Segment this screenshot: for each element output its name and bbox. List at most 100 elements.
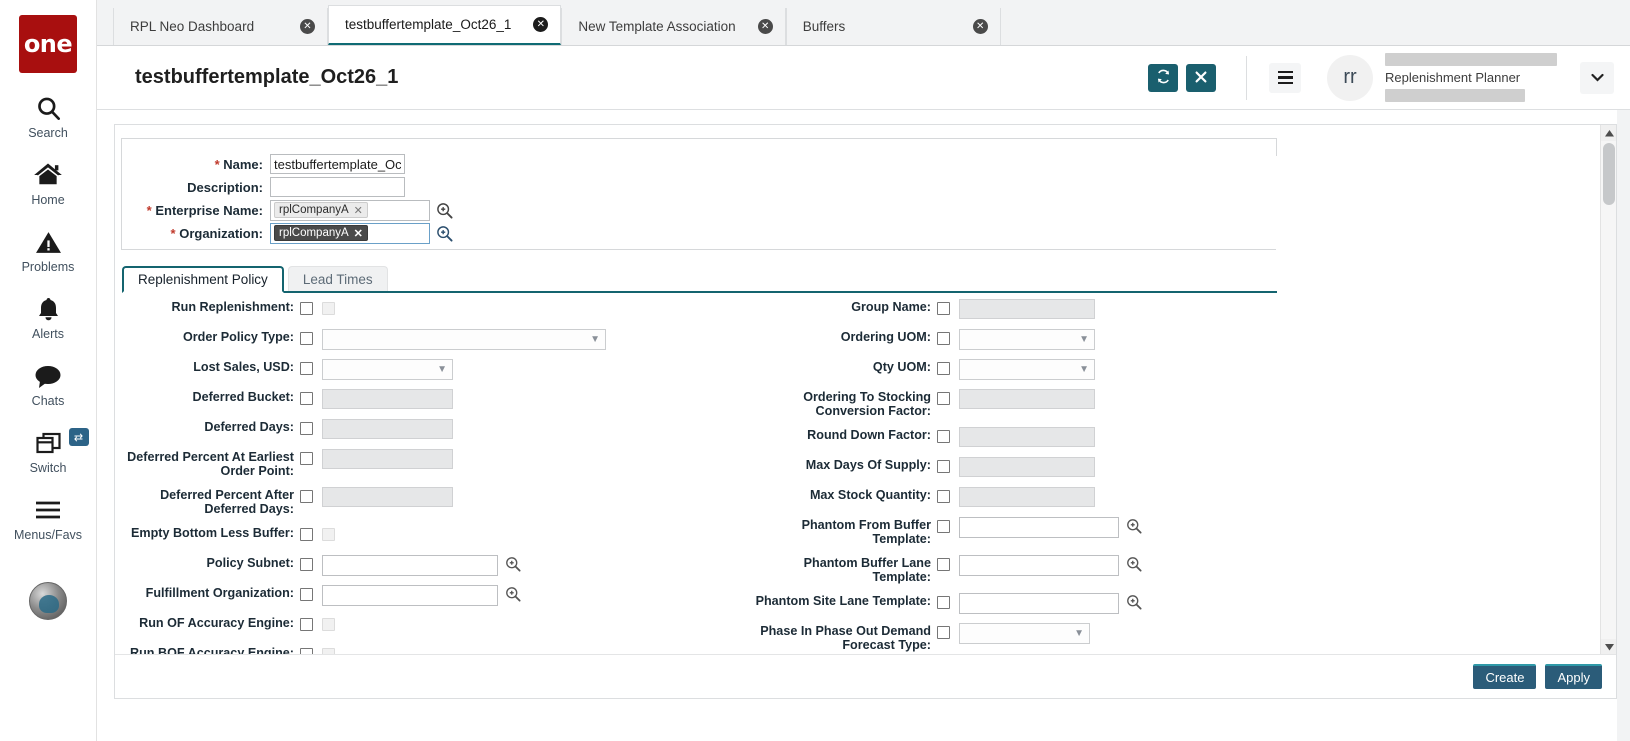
create-button[interactable]: Create xyxy=(1473,664,1536,689)
user-menu-button[interactable] xyxy=(1580,62,1614,94)
override-checkbox[interactable] xyxy=(300,392,313,405)
value-select[interactable]: ▼ xyxy=(959,359,1095,380)
override-checkbox[interactable] xyxy=(300,588,313,601)
override-checkbox[interactable] xyxy=(937,520,950,533)
selected-chip[interactable]: rplCompanyA ✕ xyxy=(274,202,368,218)
value-input[interactable] xyxy=(959,517,1119,538)
override-checkbox[interactable] xyxy=(300,332,313,345)
value-input[interactable] xyxy=(959,593,1119,614)
override-checkbox[interactable] xyxy=(937,626,950,639)
scrollbar-thumb[interactable] xyxy=(1603,143,1615,205)
override-checkbox[interactable] xyxy=(937,558,950,571)
override-checkbox[interactable] xyxy=(937,430,950,443)
override-checkbox[interactable] xyxy=(937,596,950,609)
enterprise-name-search-icon[interactable] xyxy=(436,202,453,219)
scroll-down-button[interactable] xyxy=(1601,639,1617,655)
override-checkbox[interactable] xyxy=(300,528,313,541)
value-input[interactable] xyxy=(959,555,1119,576)
sidebar-item-chats[interactable]: Chats xyxy=(0,361,97,408)
fulfillment-organization-search-icon[interactable] xyxy=(504,585,521,602)
override-checkbox[interactable] xyxy=(937,392,950,405)
field-round-down-factor: Round Down Factor: xyxy=(755,427,1395,448)
form-vertical-scrollbar[interactable] xyxy=(1600,125,1616,655)
description-field[interactable] xyxy=(270,177,405,197)
tab-testbuffertemplate[interactable]: testbuffertemplate_Oct26_1 ✕ xyxy=(328,5,561,45)
close-icon[interactable]: ✕ xyxy=(973,19,988,34)
form-row-enterprise-name: * Enterprise Name: rplCompanyA ✕ xyxy=(122,199,1276,221)
organization-field[interactable]: rplCompanyA ✕ xyxy=(270,223,430,244)
apply-button[interactable]: Apply xyxy=(1545,664,1602,689)
page-header: testbuffertemplate_Oct26_1 xyxy=(97,46,1630,110)
sidebar-item-home[interactable]: Home xyxy=(0,160,97,207)
override-checkbox[interactable] xyxy=(937,302,950,315)
scroll-up-button[interactable] xyxy=(1601,125,1617,141)
required-marker: * xyxy=(215,157,220,172)
override-checkbox[interactable] xyxy=(300,452,313,465)
field-run-of-accuracy-engine: Run OF Accuracy Engine: xyxy=(115,615,735,636)
organization-search-icon[interactable] xyxy=(436,225,453,242)
close-icon[interactable]: ✕ xyxy=(300,19,315,34)
field-label: Deferred Percent After Deferred Days: xyxy=(115,487,300,516)
phantom-from-buffer-template-search-icon[interactable] xyxy=(1125,517,1142,534)
name-field[interactable] xyxy=(270,154,405,174)
sidebar-item-problems[interactable]: Problems xyxy=(0,227,97,274)
user-info-block: Replenishment Planner xyxy=(1385,53,1560,102)
override-checkbox[interactable] xyxy=(300,422,313,435)
field-label: Max Stock Quantity: xyxy=(755,487,937,503)
chevron-down-icon xyxy=(1591,70,1604,85)
chip-remove-icon[interactable]: ✕ xyxy=(354,227,363,240)
close-button[interactable] xyxy=(1186,64,1216,92)
field-order-policy-type: Order Policy Type: ▼ xyxy=(115,329,735,350)
tab-rpl-neo-dashboard[interactable]: RPL Neo Dashboard ✕ xyxy=(113,8,328,45)
enterprise-name-field[interactable]: rplCompanyA ✕ xyxy=(270,200,430,221)
field-label: Deferred Days: xyxy=(115,419,300,435)
tab-lead-times[interactable]: Lead Times xyxy=(288,266,388,291)
close-icon[interactable]: ✕ xyxy=(758,19,773,34)
value-input[interactable] xyxy=(322,555,498,576)
override-checkbox[interactable] xyxy=(300,490,313,503)
selected-chip[interactable]: rplCompanyA ✕ xyxy=(274,225,368,241)
tab-buffers[interactable]: Buffers ✕ xyxy=(786,8,1001,45)
field-label: Phantom Buffer Lane Template: xyxy=(755,555,937,584)
value-select[interactable]: ▼ xyxy=(959,623,1090,644)
tab-replenishment-policy[interactable]: Replenishment Policy xyxy=(122,266,284,293)
sidebar-item-label: Menus/Favs xyxy=(14,528,82,542)
swap-arrows-icon[interactable]: ⇄ xyxy=(69,428,89,446)
phantom-site-lane-template-search-icon[interactable] xyxy=(1125,593,1142,610)
value-select[interactable]: ▼ xyxy=(959,329,1095,350)
chip-label: rplCompanyA xyxy=(279,227,349,239)
refresh-button[interactable] xyxy=(1148,64,1178,92)
label-text: Name: xyxy=(223,157,263,172)
override-checkbox[interactable] xyxy=(937,490,950,503)
field-lost-sales-usd: Lost Sales, USD: ▼ xyxy=(115,359,735,380)
policy-subnet-search-icon[interactable] xyxy=(504,555,521,572)
override-checkbox[interactable] xyxy=(300,362,313,375)
sidebar-item-menus-favs[interactable]: Menus/Favs xyxy=(0,495,97,542)
override-checkbox[interactable] xyxy=(937,332,950,345)
avatar[interactable]: rr xyxy=(1327,55,1373,101)
sidebar-item-alerts[interactable]: Alerts xyxy=(0,294,97,341)
tab-new-template-association[interactable]: New Template Association ✕ xyxy=(561,8,785,45)
value-select[interactable]: ▼ xyxy=(322,359,453,380)
app-menu-button[interactable] xyxy=(1269,63,1301,93)
override-checkbox[interactable] xyxy=(937,362,950,375)
close-x-icon xyxy=(1195,70,1207,86)
sidebar-item-label: Search xyxy=(28,126,68,140)
override-checkbox[interactable] xyxy=(937,460,950,473)
close-icon[interactable]: ✕ xyxy=(533,17,548,32)
label-text: Enterprise Name: xyxy=(155,203,263,218)
value-input[interactable] xyxy=(322,585,498,606)
chip-remove-icon[interactable]: ✕ xyxy=(354,204,363,217)
field-label: Round Down Factor: xyxy=(755,427,937,443)
override-checkbox[interactable] xyxy=(300,618,313,631)
user-profile-avatar-icon[interactable] xyxy=(29,582,67,620)
sidebar-item-search[interactable]: Search xyxy=(0,93,97,140)
sidebar-item-switch[interactable]: ⇄ Switch xyxy=(0,428,97,475)
header-fields-group: * Name: Description: * Enterprise Name: xyxy=(121,138,1276,250)
refresh-icon xyxy=(1156,69,1171,87)
phantom-buffer-lane-template-search-icon[interactable] xyxy=(1125,555,1142,572)
override-checkbox[interactable] xyxy=(300,558,313,571)
right-field-column: Group Name: Ordering UOM: ▼ xyxy=(755,299,1395,655)
value-select[interactable]: ▼ xyxy=(322,329,606,350)
override-checkbox[interactable] xyxy=(300,302,313,315)
